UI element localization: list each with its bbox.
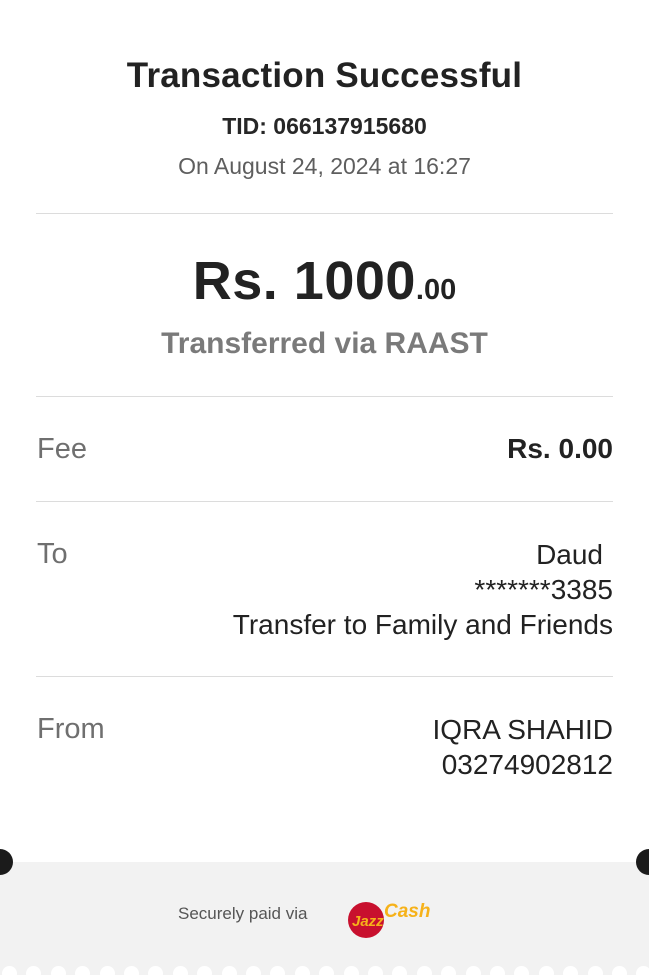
fee-label: Fee [37,433,87,465]
page-title: Transaction Successful [126,56,523,95]
scallop [2,966,17,975]
sender-number: 03274902812 [441,749,613,780]
scallop [246,966,261,975]
scallop [368,966,383,975]
scallop [490,966,505,975]
scallop [221,966,237,975]
footer [0,862,649,975]
recipient-account: *******3385 [474,574,613,605]
transfer-method: Transferred via RAAST [161,327,488,360]
from-label: From [37,713,105,745]
scallop [75,966,91,975]
scallop [563,966,579,975]
scallop [392,966,408,975]
logo-cash-text: Cash [384,901,430,922]
transaction-id: TID: 066137915680 [222,113,427,139]
logo-jazz-text: Jazz [352,913,384,930]
scallop [612,966,627,975]
transaction-date: On August 24, 2024 at 16:27 [178,153,471,179]
scallop [124,966,139,975]
divider [36,396,613,397]
scallop [343,966,359,975]
transfer-purpose: Transfer to Family and Friends [232,609,613,640]
scallop [416,966,432,975]
scallop [172,966,188,975]
scallop [197,966,213,975]
scallop [99,966,115,975]
receipt-scallop-edge [0,964,649,975]
scallop [587,966,603,975]
scallop [465,966,481,975]
scallop [294,966,310,975]
amount-cents: .00 [415,274,457,306]
recipient-name: Daud [536,539,603,570]
to-label: To [37,538,68,570]
divider [36,676,613,677]
scallop [441,966,457,975]
scallop [50,966,66,975]
jazzcash-logo: Jazz Cash [348,901,430,938]
footer-text: Securely paid via [178,904,308,923]
from-details: IQRA SHAHID 03274902812 [433,712,613,782]
sender-name: IQRA SHAHID [432,714,613,745]
amount: Rs. 1000.00 [0,250,649,312]
scallop [538,966,554,975]
scallop [270,966,286,975]
divider [36,501,613,502]
amount-main: Rs. 1000 [192,251,416,311]
fee-value: Rs. 0.00 [507,433,613,464]
scallop [636,966,649,975]
scallop [514,966,530,975]
receipt-card: Transaction Successful TID: 066137915680… [0,0,649,862]
scallop [148,966,164,975]
to-details: Daud *******3385 Transfer to Family and … [233,537,613,642]
scallop [319,966,335,975]
scallop [26,966,42,975]
divider [36,213,613,214]
